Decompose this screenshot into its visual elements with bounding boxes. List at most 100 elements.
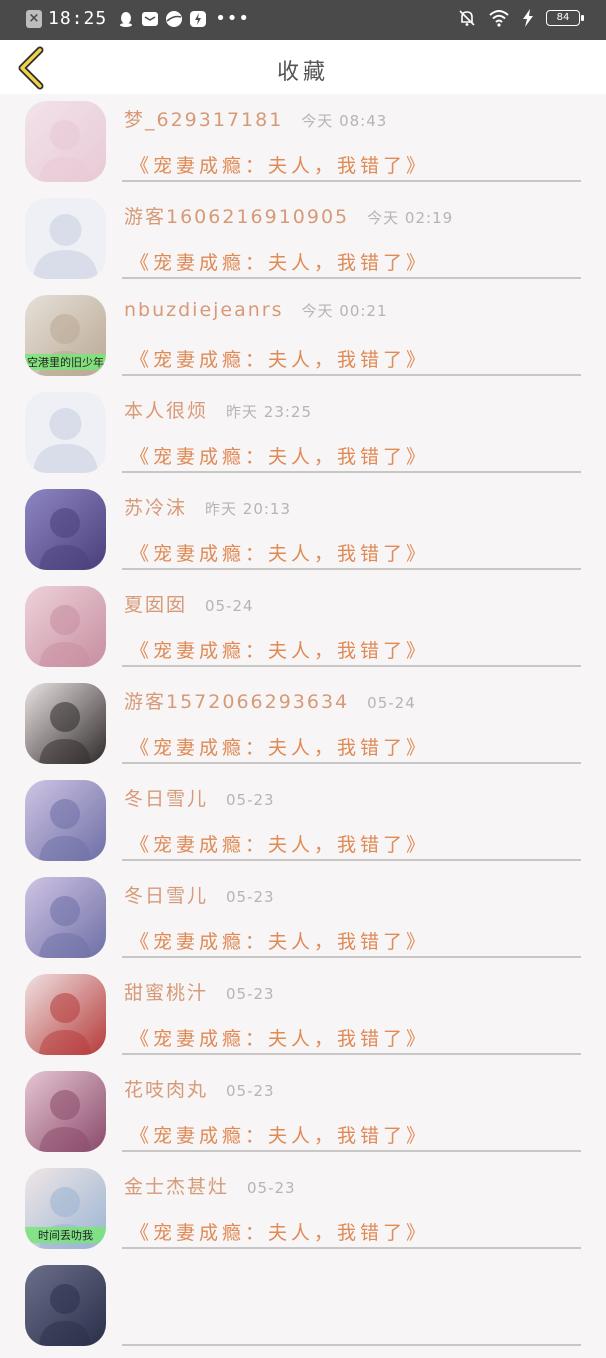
list-item[interactable]: 本人很烦 昨天 23:25 《宠妻成瘾：夫人，我错了》 (0, 388, 606, 485)
avatar[interactable] (25, 1071, 106, 1152)
list-item[interactable]: 游客1572066293634 05-24 《宠妻成瘾：夫人，我错了》 (0, 679, 606, 776)
avatar[interactable] (25, 683, 106, 764)
default-avatar-icon (25, 392, 106, 473)
bell-off-icon (459, 10, 475, 26)
divider (122, 1053, 581, 1055)
wifi-icon (489, 10, 509, 27)
profile-photo-image (25, 780, 106, 861)
favorites-list: 梦_629317181 今天 08:43 《宠妻成瘾：夫人，我错了》 游客160621… (0, 97, 606, 1358)
timestamp: 昨天 20:13 (205, 500, 292, 518)
user-name: nbuzdiejeanrs 今天 00:21 (124, 299, 388, 321)
user-name-text: 冬日雪儿 (124, 788, 209, 810)
book-title-link[interactable]: 《宠妻成瘾：夫人，我错了》 (130, 1024, 429, 1051)
book-title-link[interactable]: 《宠妻成瘾：夫人，我错了》 (130, 733, 429, 760)
book-title-link[interactable]: 《宠妻成瘾：夫人，我错了》 (130, 927, 429, 954)
user-name: 本人很烦 昨天 23:25 (124, 396, 312, 423)
divider (122, 1247, 581, 1249)
planet-icon (166, 10, 183, 27)
avatar[interactable] (25, 780, 106, 861)
timestamp: 今天 02:19 (367, 209, 454, 227)
divider (122, 1344, 581, 1346)
mail-icon (142, 11, 159, 26)
list-item[interactable]: 冬日雪儿 05-23 《宠妻成瘾：夫人，我错了》 (0, 873, 606, 970)
avatar[interactable] (25, 877, 106, 958)
status-bar: × 18:25 ••• 84 (0, 0, 606, 40)
user-name-text: 本人很烦 (124, 400, 209, 422)
more-dots-icon: ••• (215, 7, 251, 29)
user-name: 游客1606216910905 今天 02:19 (124, 202, 453, 229)
divider (122, 859, 581, 861)
book-title-link[interactable]: 《宠妻成瘾：夫人，我错了》 (130, 539, 429, 566)
user-name-text: 苏冷沫 (124, 497, 188, 519)
divider (122, 471, 581, 473)
timestamp: 05-24 (367, 694, 416, 712)
user-name: 梦_629317181 今天 08:43 (124, 105, 387, 132)
status-bar-right: 84 (458, 9, 584, 27)
book-title-link[interactable]: 《宠妻成瘾：夫人，我错了》 (130, 248, 429, 275)
user-name: 冬日雪儿 05-23 (124, 784, 275, 811)
user-name-text: 游客1572066293634 (124, 691, 350, 713)
close-box-icon: × (26, 9, 42, 28)
user-name-text: 冬日雪儿 (124, 885, 209, 907)
user-name (124, 1269, 142, 1291)
user-name: 甜蜜桃汁 05-23 (124, 978, 275, 1005)
avatar[interactable] (25, 489, 106, 570)
avatar-caption: 空港里的旧少年 (25, 354, 106, 370)
avatar[interactable] (25, 1265, 106, 1346)
avatar[interactable] (25, 198, 106, 279)
profile-photo-image (25, 877, 106, 958)
user-name-text: 梦_629317181 (124, 109, 284, 131)
default-avatar-icon (25, 198, 106, 279)
book-title-link[interactable]: 《宠妻成瘾：夫人，我错了》 (130, 1121, 429, 1148)
profile-photo-image (25, 974, 106, 1055)
avatar[interactable] (25, 101, 106, 182)
charging-icon (523, 9, 533, 27)
battery-level: 84 (556, 12, 570, 23)
user-name: 夏囡囡 05-24 (124, 590, 254, 617)
list-item[interactable]: 花吱肉丸 05-23 《宠妻成瘾：夫人，我错了》 (0, 1067, 606, 1164)
battery-icon: 84 (546, 10, 584, 26)
profile-photo-image (25, 101, 106, 182)
list-item[interactable]: 夏囡囡 05-24 《宠妻成瘾：夫人，我错了》 (0, 582, 606, 679)
avatar[interactable] (25, 392, 106, 473)
status-bar-left: × 18:25 ••• (26, 8, 250, 29)
divider (122, 568, 581, 570)
divider (122, 180, 581, 182)
timestamp: 05-24 (205, 597, 254, 615)
list-item[interactable]: 时间丢叻我 金士杰甚灶 05-23 《宠妻成瘾：夫人，我错了》 (0, 1164, 606, 1261)
user-name-text: nbuzdiejeanrs (124, 299, 284, 321)
divider (122, 374, 581, 376)
list-item[interactable]: 游客1606216910905 今天 02:19 《宠妻成瘾：夫人，我错了》 (0, 194, 606, 291)
list-item[interactable]: 空港里的旧少年 nbuzdiejeanrs 今天 00:21 《宠妻成瘾：夫人，我错了… (0, 291, 606, 388)
profile-photo-image (25, 683, 106, 764)
divider (122, 956, 581, 958)
timestamp: 今天 08:43 (301, 112, 388, 130)
avatar-caption: 时间丢叻我 (25, 1227, 106, 1243)
divider (122, 665, 581, 667)
divider (122, 277, 581, 279)
book-title-link[interactable]: 《宠妻成瘾：夫人，我错了》 (130, 1218, 429, 1245)
book-title-link[interactable]: 《宠妻成瘾：夫人，我错了》 (130, 345, 429, 372)
list-item[interactable]: 梦_629317181 今天 08:43 《宠妻成瘾：夫人，我错了》 (0, 97, 606, 194)
avatar[interactable]: 空港里的旧少年 (25, 295, 106, 376)
timestamp: 05-23 (226, 985, 275, 1003)
avatar[interactable] (25, 586, 106, 667)
user-name: 苏冷沫 昨天 20:13 (124, 493, 291, 520)
book-title-link[interactable]: 《宠妻成瘾：夫人，我错了》 (130, 636, 429, 663)
user-name-text: 游客1606216910905 (124, 206, 350, 228)
list-item[interactable]: 苏冷沫 昨天 20:13 《宠妻成瘾：夫人，我错了》 (0, 485, 606, 582)
list-item[interactable] (0, 1261, 606, 1358)
list-item[interactable]: 冬日雪儿 05-23 《宠妻成瘾：夫人，我错了》 (0, 776, 606, 873)
book-title-link[interactable]: 《宠妻成瘾：夫人，我错了》 (130, 442, 429, 469)
book-title-link[interactable]: 《宠妻成瘾：夫人，我错了》 (130, 151, 429, 178)
timestamp: 05-23 (226, 1082, 275, 1100)
avatar[interactable] (25, 974, 106, 1055)
qq-icon (120, 11, 133, 27)
user-name-text: 夏囡囡 (124, 594, 188, 616)
user-name-text: 甜蜜桃汁 (124, 982, 209, 1004)
avatar[interactable]: 时间丢叻我 (25, 1168, 106, 1249)
book-title-link[interactable]: 《宠妻成瘾：夫人，我错了》 (130, 830, 429, 857)
bolt-app-icon (190, 10, 207, 27)
user-name: 冬日雪儿 05-23 (124, 881, 275, 908)
list-item[interactable]: 甜蜜桃汁 05-23 《宠妻成瘾：夫人，我错了》 (0, 970, 606, 1067)
